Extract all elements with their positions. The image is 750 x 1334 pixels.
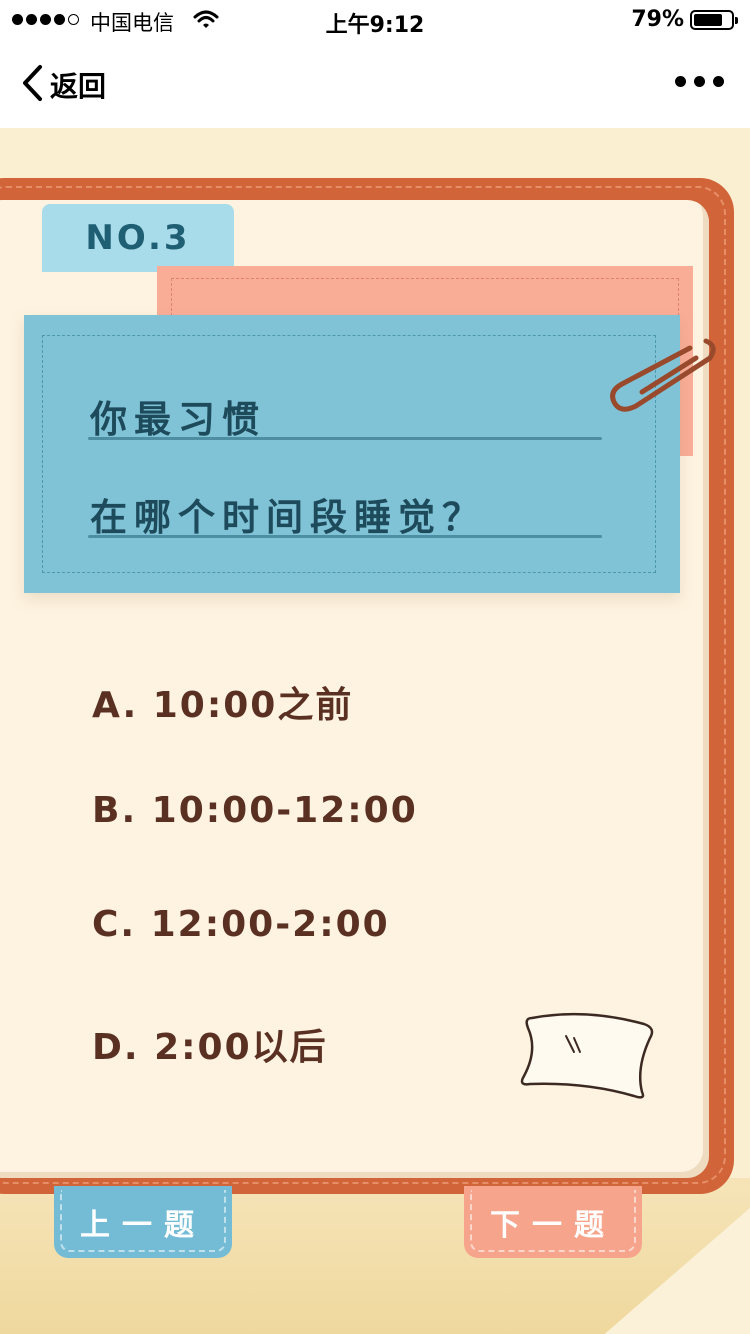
more-dot-icon [694,76,705,87]
more-dot-icon [675,76,686,87]
navigation-bar: 返回 [0,40,750,128]
back-button[interactable]: 返回 [20,64,106,106]
question-underline [88,535,602,538]
pillow-icon [516,1008,661,1107]
next-question-button[interactable]: 下一题 [464,1186,642,1258]
question-text-line-1: 你最习惯 [90,398,266,441]
more-dot-icon [713,76,724,87]
chevron-left-icon [20,64,44,106]
question-card: 你最习惯 在哪个时间段睡觉？ [24,315,680,593]
option-b[interactable]: B. 10:00-12:00 [92,790,418,831]
battery-percent: 79% [631,7,684,32]
status-bar: 中国电信 上午9:12 79% [0,0,750,40]
battery-icon [690,10,738,30]
option-a[interactable]: A. 10:00之前 [92,676,353,728]
question-text-line-2: 在哪个时间段睡觉？ [90,496,486,539]
quiz-page: NO.3 你最习惯 在哪个时间段睡觉？ A. 10:00之前 B. 10:00-… [0,128,750,1334]
previous-question-button[interactable]: 上一题 [54,1186,232,1258]
back-label: 返回 [50,70,107,103]
question-underline [88,437,602,440]
option-d[interactable]: D. 2:00以后 [92,1018,328,1070]
option-c[interactable]: C. 12:00-2:00 [92,904,390,945]
more-menu-button[interactable] [675,70,724,93]
battery-fill [694,14,722,26]
paperclip-icon [606,336,726,420]
question-number-tab: NO.3 [42,204,234,272]
